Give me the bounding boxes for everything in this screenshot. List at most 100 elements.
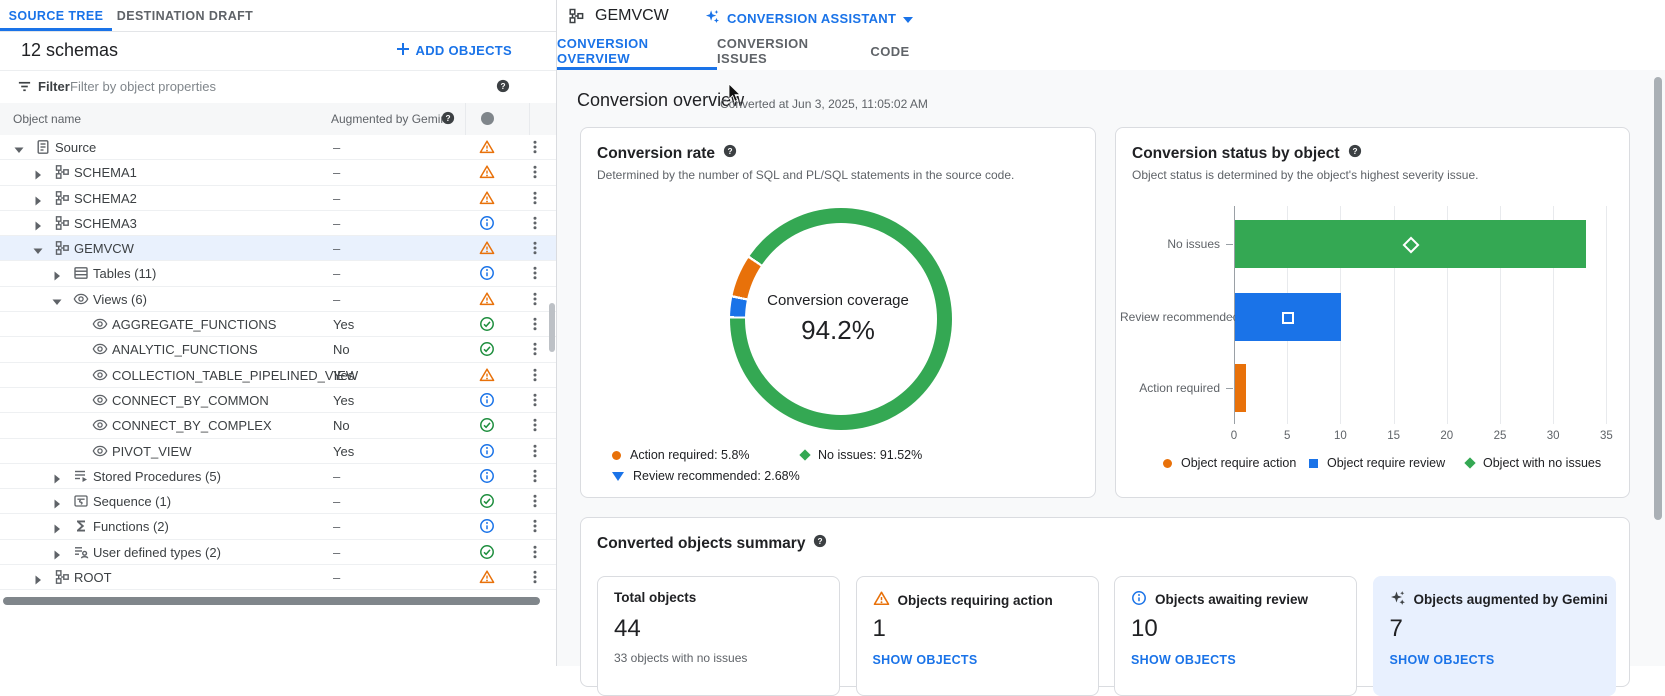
sequence-icon (73, 493, 89, 509)
row-menu-kebab-icon[interactable] (528, 392, 542, 408)
tree-row-schema1[interactable]: SCHEMA1– (0, 160, 556, 185)
tab-destination-draft[interactable]: DESTINATION DRAFT (112, 0, 258, 31)
horizontal-scrollbar[interactable] (3, 597, 540, 605)
tree-row-connect-by-complex[interactable]: CONNECT_BY_COMPLEXNo (0, 413, 556, 438)
tree-row-source[interactable]: Source– (0, 135, 556, 160)
status-info-icon[interactable] (479, 518, 495, 534)
expand-arrow-icon[interactable] (52, 268, 62, 278)
tree-vertical-scrollbar[interactable] (549, 303, 555, 352)
row-menu-kebab-icon[interactable] (528, 544, 542, 560)
row-menu-kebab-icon[interactable] (528, 190, 542, 206)
info-icon (1131, 590, 1147, 609)
show-objects-link[interactable]: SHOW OBJECTS (873, 653, 978, 667)
expand-arrow-icon[interactable] (33, 218, 43, 228)
summary-card-total-objects[interactable]: Total objects4433 objects with no issues (597, 576, 840, 696)
augmented-by-gemini-value: – (333, 165, 340, 180)
status-ok-icon[interactable] (479, 316, 495, 332)
add-objects-button[interactable]: ADD OBJECTS (396, 42, 512, 59)
summary-card-objects-requiring-action[interactable]: Objects requiring action1SHOW OBJECTS (856, 576, 1099, 696)
tree-row-aggregate-functions[interactable]: AGGREGATE_FUNCTIONSYes (0, 312, 556, 337)
tree-row-gemvcw[interactable]: GEMVCW– (0, 236, 556, 261)
row-menu-kebab-icon[interactable] (528, 518, 542, 534)
row-menu-kebab-icon[interactable] (528, 139, 542, 155)
status-info-icon[interactable] (479, 443, 495, 459)
collapse-arrow-icon[interactable] (14, 142, 24, 152)
row-menu-kebab-icon[interactable] (528, 341, 542, 357)
view-icon (92, 367, 108, 383)
filter-bar[interactable]: Filter Filter by object properties ? (0, 70, 556, 104)
show-objects-link[interactable]: SHOW OBJECTS (1131, 653, 1236, 667)
summary-card-objects-augmented-by-gemini[interactable]: Objects augmented by Gemini7SHOW OBJECTS (1373, 576, 1616, 696)
status-info-icon[interactable] (479, 265, 495, 281)
expand-arrow-icon[interactable] (52, 496, 62, 506)
row-menu-kebab-icon[interactable] (528, 316, 542, 332)
tab-conversion-overview[interactable]: CONVERSION OVERVIEW (557, 32, 717, 70)
page-vertical-scrollbar[interactable] (1654, 77, 1662, 520)
status-column-icon[interactable] (481, 112, 494, 125)
status-ok-icon[interactable] (479, 417, 495, 433)
row-menu-kebab-icon[interactable] (528, 569, 542, 585)
tree-row-pivot-view[interactable]: PIVOT_VIEWYes (0, 439, 556, 464)
row-menu-kebab-icon[interactable] (528, 291, 542, 307)
row-menu-kebab-icon[interactable] (528, 417, 542, 433)
tree-row-schema2[interactable]: SCHEMA2– (0, 186, 556, 211)
status-ok-icon[interactable] (479, 493, 495, 509)
status-info-icon[interactable] (479, 392, 495, 408)
expand-arrow-icon[interactable] (33, 193, 43, 203)
row-menu-kebab-icon[interactable] (528, 468, 542, 484)
tree-row-sequence-1-[interactable]: Sequence (1)– (0, 489, 556, 514)
tree-row-tables-11-[interactable]: Tables (11)– (0, 261, 556, 286)
tree-row-user-defined-types-2-[interactable]: User defined types (2)– (0, 540, 556, 565)
table-icon (73, 265, 89, 281)
source-icon (35, 139, 51, 155)
status-warning-icon[interactable] (479, 164, 495, 180)
row-menu-kebab-icon[interactable] (528, 164, 542, 180)
row-menu-kebab-icon[interactable] (528, 265, 542, 281)
tree-row-connect-by-common[interactable]: CONNECT_BY_COMMONYes (0, 388, 556, 413)
expand-arrow-icon[interactable] (52, 471, 62, 481)
tree-row-collection-table-pipelined-view[interactable]: COLLECTION_TABLE_PIPELINED_VIEWYes (0, 363, 556, 388)
tree-row-root[interactable]: ROOT – (0, 565, 556, 590)
status-ok-icon[interactable] (479, 544, 495, 560)
show-objects-link[interactable]: SHOW OBJECTS (1390, 653, 1495, 667)
status-warning-icon[interactable] (479, 190, 495, 206)
workspace-title: GEMVCW (595, 7, 669, 25)
status-warning-icon[interactable] (479, 367, 495, 383)
row-menu-kebab-icon[interactable] (528, 240, 542, 256)
expand-arrow-icon[interactable] (33, 167, 43, 177)
status-warning-icon[interactable] (479, 240, 495, 256)
tree-row-analytic-functions[interactable]: ANALYTIC_FUNCTIONSNo (0, 337, 556, 362)
summary-card-objects-awaiting-review[interactable]: Objects awaiting review10SHOW OBJECTS (1114, 576, 1357, 696)
row-menu-kebab-icon[interactable] (528, 215, 542, 231)
status-info-icon[interactable] (479, 215, 495, 231)
tab-conversion-issues[interactable]: CONVERSION ISSUES (717, 32, 855, 70)
status-info-icon[interactable] (479, 468, 495, 484)
expand-arrow-icon[interactable] (33, 572, 43, 582)
status-ok-icon[interactable] (479, 341, 495, 357)
filter-input[interactable]: Filter by object properties (70, 79, 216, 94)
expand-arrow-icon[interactable] (52, 547, 62, 557)
status-warning-icon[interactable] (479, 291, 495, 307)
tab-code[interactable]: CODE (855, 32, 925, 70)
expand-arrow-icon[interactable] (52, 521, 62, 531)
conversion-assistant-button[interactable]: CONVERSION ASSISTANT (705, 9, 913, 27)
status-warning-icon[interactable] (479, 569, 495, 585)
object-name: ROOT (74, 570, 112, 585)
augmented-by-gemini-value: – (333, 570, 340, 585)
tree-row-functions-2-[interactable]: Functions (2)– (0, 514, 556, 539)
collapse-arrow-icon[interactable] (33, 243, 43, 253)
tree-row-schema3[interactable]: SCHEMA3– (0, 211, 556, 236)
row-menu-kebab-icon[interactable] (528, 493, 542, 509)
summary-help-icon[interactable]: ? (813, 534, 827, 553)
legend-diamond-marker (799, 449, 810, 460)
tab-source-tree[interactable]: SOURCE TREE (0, 0, 112, 31)
filter-help-icon[interactable]: ? (496, 79, 510, 98)
tree-row-stored-procedures-5-[interactable]: Stored Procedures (5)– (0, 464, 556, 489)
augmented-help-icon[interactable]: ? (441, 111, 455, 128)
row-menu-kebab-icon[interactable] (528, 367, 542, 383)
filter-icon (17, 79, 32, 99)
row-menu-kebab-icon[interactable] (528, 443, 542, 459)
tree-row-views-6-[interactable]: Views (6)– (0, 287, 556, 312)
collapse-arrow-icon[interactable] (52, 294, 62, 304)
status-warning-icon[interactable] (479, 139, 495, 155)
